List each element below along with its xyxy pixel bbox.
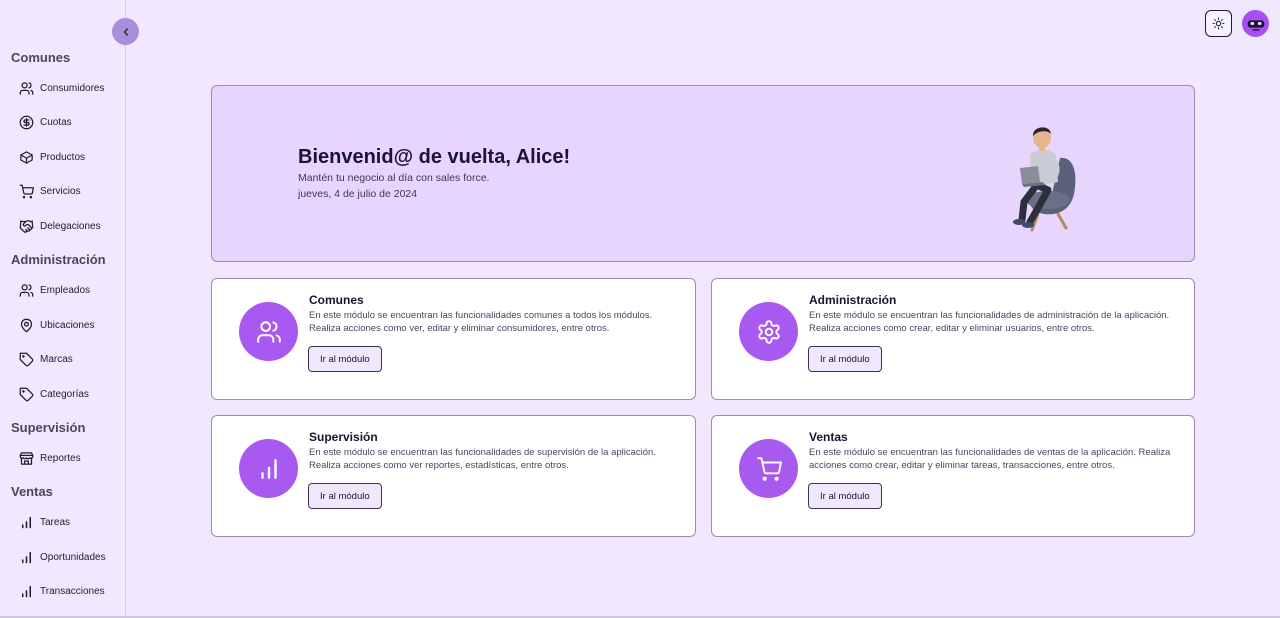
sidebar-item-label: Consumidores (40, 82, 105, 94)
sidebar-item-marcas[interactable]: Marcas (19, 349, 73, 369)
sidebar-item-cuotas[interactable]: Cuotas (19, 112, 72, 132)
module-icon-badge (739, 302, 798, 361)
welcome-banner: Bienvenid@ de vuelta, Alice! Mantén tu n… (211, 85, 1195, 262)
bar-chart-icon (260, 458, 277, 479)
sidebar-section-ventas: Ventas (11, 484, 53, 499)
module-description: En este módulo se encuentran las funcion… (809, 310, 1170, 334)
dollar-circle-icon (19, 115, 34, 129)
module-title: Ventas (809, 430, 848, 444)
gear-icon (757, 319, 780, 344)
box-icon (20, 150, 33, 164)
module-title: Comunes (309, 293, 364, 307)
handshake-icon (19, 219, 34, 233)
sidebar-item-label: Cuotas (40, 116, 72, 128)
module-card-comunes: Comunes En este módulo se encuentran las… (211, 278, 696, 400)
welcome-subtitle: Mantén tu negocio al día con sales force… (298, 172, 490, 184)
go-to-module-button[interactable]: Ir al módulo (808, 483, 882, 509)
sidebar: Comunes Consumidores Cuotas Productos Se… (0, 0, 126, 618)
tag-icon (19, 387, 34, 401)
store-icon (19, 451, 34, 465)
sidebar-item-label: Productos (40, 151, 86, 163)
bar-chart-icon (22, 516, 31, 528)
module-title: Administración (809, 293, 897, 307)
sidebar-item-label: Empleados (40, 284, 91, 296)
sidebar-item-label: Reportes (40, 452, 81, 464)
users-icon (19, 283, 34, 297)
sidebar-item-label: Servicios (40, 185, 81, 197)
go-to-module-button[interactable]: Ir al módulo (808, 346, 882, 372)
module-icon-badge (239, 439, 298, 498)
person-with-laptop-illustration (1013, 127, 1076, 232)
sidebar-item-oportunidades[interactable]: Oportunidades (19, 547, 106, 567)
cart-icon (756, 456, 782, 481)
bar-chart-icon (22, 585, 31, 597)
sidebar-item-reportes[interactable]: Reportes (19, 448, 81, 468)
sidebar-item-transacciones[interactable]: Transacciones (19, 581, 105, 601)
sidebar-section-supervision: Supervisión (11, 420, 86, 435)
header-actions (1205, 10, 1269, 37)
module-description: En este módulo se encuentran las funcion… (309, 310, 653, 334)
map-pin-icon (20, 318, 33, 332)
module-card-administracion: Administración En este módulo se encuent… (711, 278, 1195, 400)
sidebar-collapse-button[interactable] (112, 18, 139, 45)
theme-toggle-button[interactable] (1205, 10, 1232, 37)
sidebar-item-empleados[interactable]: Empleados (19, 280, 90, 300)
user-avatar[interactable] (1242, 10, 1269, 37)
sidebar-section-administracion: Administración (11, 252, 106, 267)
sidebar-item-categorias[interactable]: Categorías (19, 384, 89, 404)
module-card-supervision: Supervisión En este módulo se encuentran… (211, 415, 696, 537)
sidebar-item-label: Oportunidades (40, 551, 106, 563)
module-description: En este módulo se encuentran las funcion… (809, 447, 1171, 471)
sidebar-item-label: Ubicaciones (40, 319, 95, 331)
module-description: En este módulo se encuentran las funcion… (309, 447, 656, 471)
sidebar-item-delegaciones[interactable]: Delegaciones (19, 216, 101, 236)
chevron-left-icon (123, 27, 128, 36)
welcome-title: Bienvenid@ de vuelta, Alice! (298, 146, 571, 168)
sidebar-item-consumidores[interactable]: Consumidores (19, 78, 104, 98)
sidebar-item-servicios[interactable]: Servicios (19, 181, 81, 201)
sidebar-item-tareas[interactable]: Tareas (19, 512, 70, 532)
sidebar-item-label: Delegaciones (40, 220, 101, 232)
module-title: Supervisión (309, 430, 378, 444)
sidebar-item-label: Categorías (40, 388, 89, 400)
sidebar-item-label: Tareas (40, 516, 71, 528)
go-to-module-button[interactable]: Ir al módulo (308, 483, 382, 509)
module-icon-badge (739, 439, 798, 498)
cart-icon (19, 184, 34, 198)
tag-icon (19, 352, 34, 366)
module-icon-badge (239, 302, 298, 361)
sidebar-item-ubicaciones[interactable]: Ubicaciones (19, 315, 94, 335)
module-card-ventas: Ventas En este módulo se encuentran las … (711, 415, 1195, 537)
go-to-module-button[interactable]: Ir al módulo (308, 346, 382, 372)
users-icon (19, 81, 34, 95)
users-icon (256, 320, 281, 343)
sun-icon (1212, 17, 1225, 30)
sidebar-item-label: Transacciones (40, 585, 105, 597)
current-date: jueves, 4 de julio de 2024 (298, 188, 418, 200)
bar-chart-icon (22, 551, 31, 563)
sidebar-section-comunes: Comunes (11, 50, 71, 65)
sidebar-item-label: Marcas (40, 353, 73, 365)
robot-avatar-icon (1247, 19, 1264, 31)
sidebar-item-productos[interactable]: Productos (19, 147, 85, 167)
